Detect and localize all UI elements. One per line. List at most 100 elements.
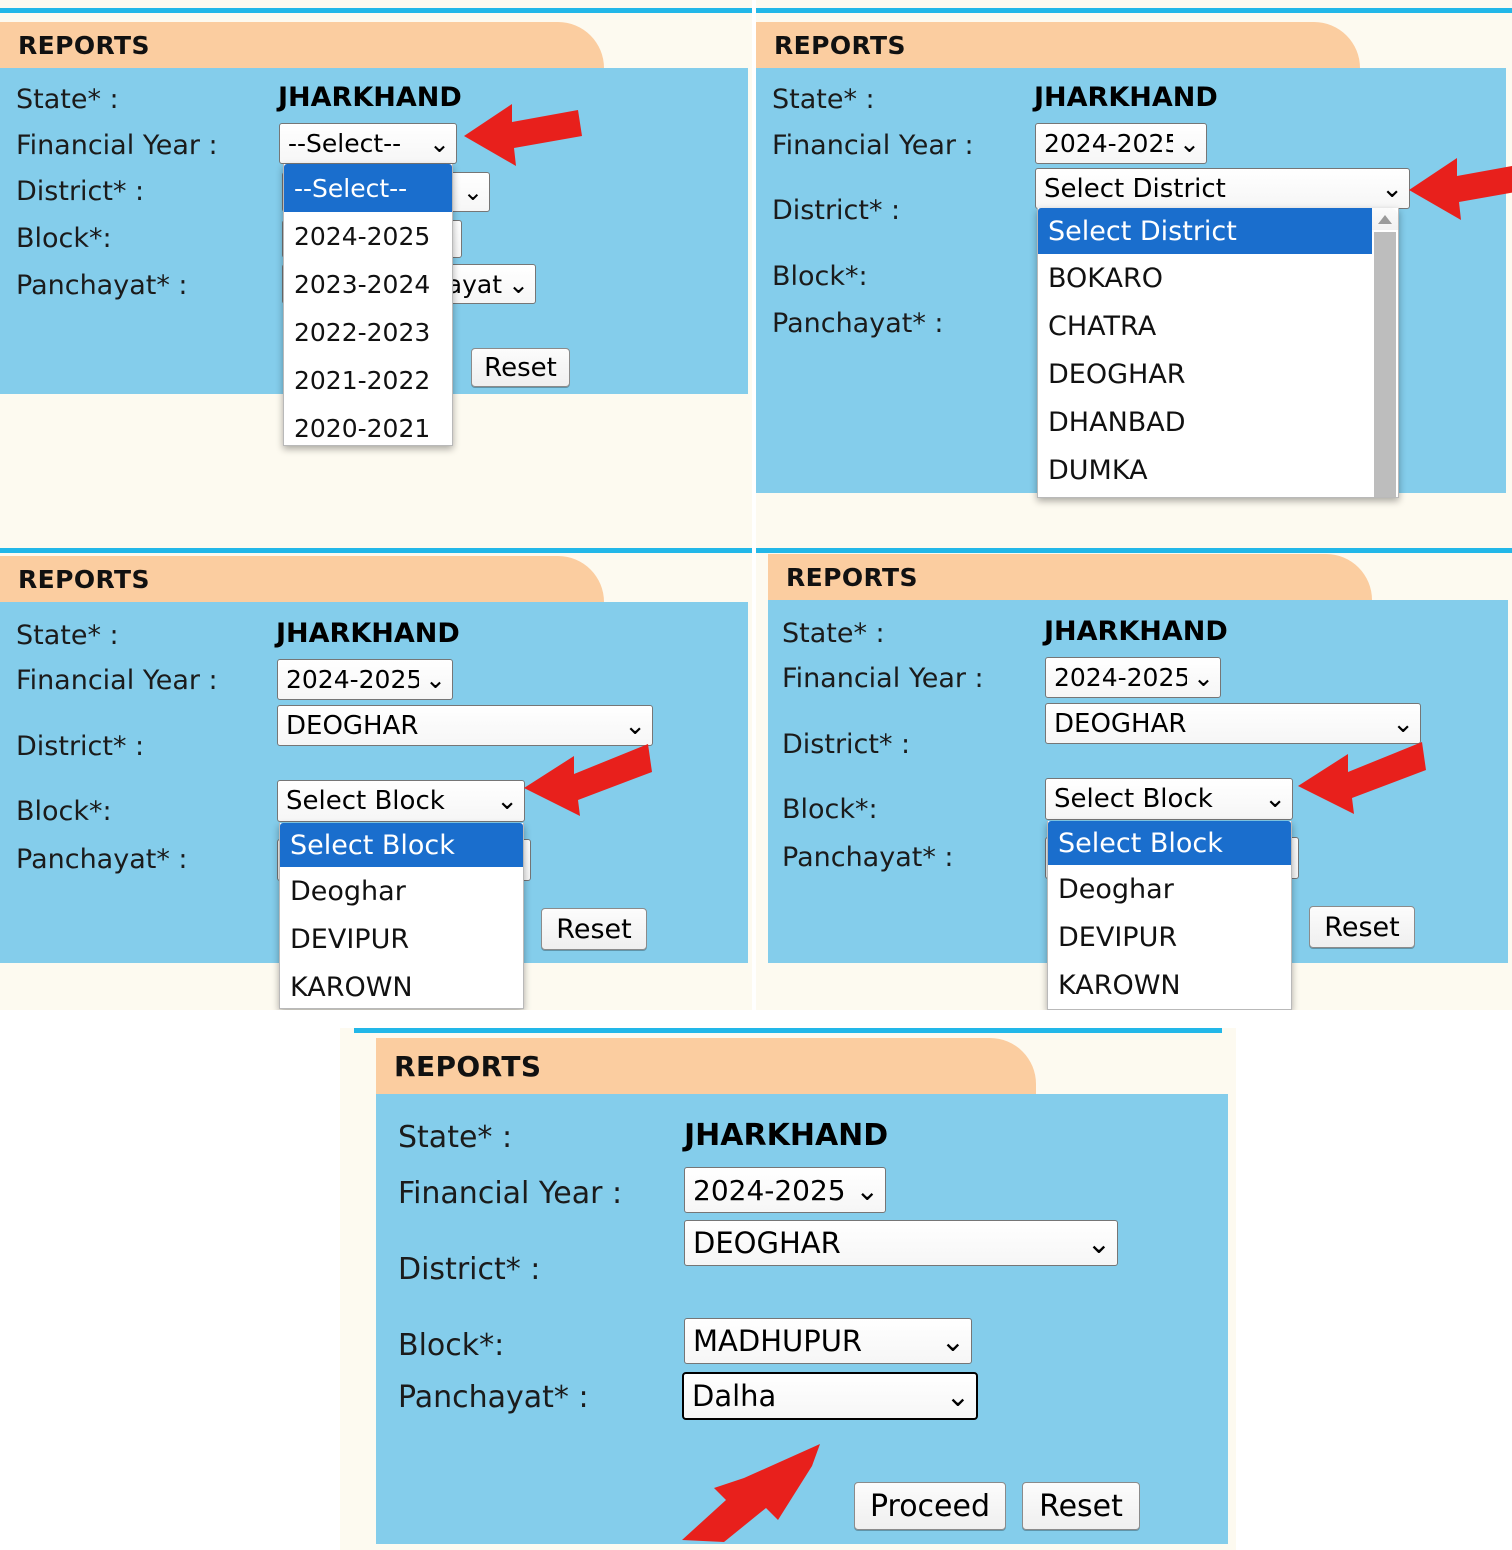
financial-year-select-value: 2024-2025 [693, 1173, 846, 1207]
top-rule [354, 1028, 1222, 1033]
label-state: State* : [16, 620, 119, 651]
label-financial-year: Financial Year : [16, 130, 218, 161]
dropdown-option[interactable]: 2023-2024 [284, 260, 452, 308]
card-title: REPORTS [18, 564, 150, 594]
label-panchayat: Panchayat* : [398, 1380, 589, 1415]
label-panchayat: Panchayat* : [16, 270, 188, 301]
reset-button[interactable]: Reset [471, 348, 570, 387]
district-select[interactable]: DEOGHAR ⌄ [277, 705, 653, 746]
label-state: State* : [772, 84, 875, 115]
label-state: State* : [782, 618, 885, 649]
label-financial-year: Financial Year : [398, 1176, 623, 1211]
financial-year-select-value: 2024-2025 [1054, 663, 1188, 692]
block-select[interactable]: MADHUPUR ⌄ [684, 1318, 972, 1364]
dropdown-option[interactable]: Deoghar [1048, 865, 1291, 913]
reset-button[interactable]: Reset [1309, 906, 1415, 948]
dropdown-option[interactable]: Deoghar [280, 867, 523, 915]
financial-year-select[interactable]: --Select-- ⌄ [279, 123, 457, 164]
scrollbar-thumb[interactable] [1374, 232, 1396, 497]
chevron-down-icon: ⌄ [1381, 173, 1403, 204]
block-select[interactable]: Select Block ⌄ [1045, 778, 1293, 820]
top-rule [0, 8, 752, 13]
dropdown-option[interactable]: Select Block [1048, 821, 1291, 865]
panel-all-selected-proceed: REPORTS State* : Financial Year : Distri… [340, 1028, 1236, 1550]
state-value: JHARKHAND [1034, 82, 1218, 113]
dropdown-option[interactable]: --Select-- [284, 164, 452, 212]
red-arrow-pointer-icon [682, 1442, 822, 1542]
dropdown-option[interactable]: 2020-2021 [284, 404, 452, 445]
financial-year-select-value: 2024-2025 [286, 665, 420, 694]
block-select-value: Select Block [1054, 784, 1213, 814]
panel-district-dropdown-open: REPORTS State* : Financial Year : Distri… [756, 0, 1512, 548]
dropdown-option[interactable]: KAROWN [1048, 961, 1291, 1009]
dropdown-option[interactable]: KAROWN [280, 963, 523, 1008]
financial-year-select[interactable]: 2024-2025 ⌄ [684, 1167, 886, 1213]
card-header: REPORTS [756, 22, 1360, 68]
red-arrow-pointer-icon [524, 742, 652, 818]
chevron-down-icon: ⌄ [1392, 708, 1414, 739]
dropdown-option[interactable]: DEVIPUR [1048, 913, 1291, 961]
label-state: State* : [398, 1120, 513, 1155]
district-select[interactable]: Select District ⌄ [1035, 168, 1410, 209]
card-title: REPORTS [774, 30, 906, 60]
card-header: REPORTS [376, 1038, 1036, 1094]
dropdown-option[interactable]: BOKARO [1038, 254, 1398, 302]
financial-year-select-value: --Select-- [288, 129, 402, 158]
district-select[interactable]: DEOGHAR ⌄ [684, 1220, 1118, 1266]
district-dropdown-list[interactable]: Select District BOKARO CHATRA DEOGHAR DH… [1037, 208, 1399, 498]
screenshot-collage: REPORTS State* : Financial Year : Distri… [0, 0, 1512, 1550]
dropdown-option[interactable]: 2024-2025 [284, 212, 452, 260]
proceed-button[interactable]: Proceed [854, 1482, 1006, 1530]
chevron-down-icon: ⌄ [940, 1324, 965, 1358]
block-select-value: Select Block [286, 786, 445, 816]
chevron-down-icon: ⌄ [508, 269, 529, 299]
panchayat-select[interactable]: Dalha ⌄ [682, 1372, 978, 1420]
state-value: JHARKHAND [278, 82, 462, 113]
state-value: JHARKHAND [684, 1118, 889, 1153]
panel-block-dropdown-open-right: REPORTS State* : Financial Year : Distri… [756, 540, 1512, 1010]
card-header: REPORTS [768, 554, 1372, 600]
chevron-down-icon: ⌄ [1264, 784, 1286, 814]
financial-year-select[interactable]: 2024-2025 ⌄ [1035, 123, 1207, 164]
chevron-down-icon: ⌄ [1179, 129, 1200, 158]
label-block: Block*: [398, 1328, 505, 1363]
dropdown-option[interactable]: Select District [1038, 208, 1398, 254]
label-panchayat: Panchayat* : [772, 308, 944, 339]
dropdown-option[interactable]: DEOGHAR [1038, 350, 1398, 398]
district-select[interactable]: DEOGHAR ⌄ [1045, 703, 1421, 744]
dropdown-option[interactable]: 2021-2022 [284, 356, 452, 404]
chevron-down-icon: ⌄ [1193, 663, 1214, 692]
card-title: REPORTS [786, 562, 918, 592]
block-dropdown-list[interactable]: Select Block Deoghar DEVIPUR KAROWN [1047, 821, 1292, 1010]
card-title: REPORTS [394, 1049, 542, 1083]
dropdown-option[interactable]: DHANBAD [1038, 398, 1398, 446]
dropdown-option[interactable]: DEVIPUR [280, 915, 523, 963]
reset-button[interactable]: Reset [541, 908, 647, 950]
card-header: REPORTS [0, 22, 604, 68]
chevron-down-icon: ⌄ [624, 710, 646, 741]
financial-year-select[interactable]: 2024-2025 ⌄ [1045, 657, 1221, 698]
state-value: JHARKHAND [1044, 616, 1228, 647]
block-dropdown-list[interactable]: Select Block Deoghar DEVIPUR KAROWN [279, 823, 524, 1009]
block-select-value: MADHUPUR [693, 1324, 863, 1358]
dropdown-scrollbar[interactable] [1372, 208, 1398, 497]
panel-block-dropdown-open-left: REPORTS State* : Financial Year : Distri… [0, 540, 752, 1010]
dropdown-option[interactable]: CHATRA [1038, 302, 1398, 350]
label-block: Block*: [16, 223, 112, 254]
red-arrow-pointer-icon [464, 96, 582, 168]
block-select[interactable]: Select Block ⌄ [277, 780, 525, 822]
dropdown-option[interactable]: DUMKA [1038, 446, 1398, 494]
chevron-down-icon: ⌄ [945, 1379, 970, 1413]
card-title: REPORTS [18, 30, 150, 60]
dropdown-option[interactable]: Select Block [280, 823, 523, 867]
reset-button[interactable]: Reset [1022, 1482, 1140, 1530]
top-rule [756, 8, 1512, 13]
financial-year-dropdown-list[interactable]: --Select-- 2024-2025 2023-2024 2022-2023… [283, 164, 453, 446]
chevron-down-icon: ⌄ [429, 129, 450, 158]
scroll-up-arrow-icon[interactable] [1372, 208, 1398, 230]
label-block: Block*: [772, 261, 868, 292]
chevron-down-icon: ⌄ [855, 1173, 879, 1207]
chevron-down-icon: ⌄ [1086, 1226, 1111, 1260]
financial-year-select[interactable]: 2024-2025 ⌄ [277, 659, 453, 700]
dropdown-option[interactable]: 2022-2023 [284, 308, 452, 356]
